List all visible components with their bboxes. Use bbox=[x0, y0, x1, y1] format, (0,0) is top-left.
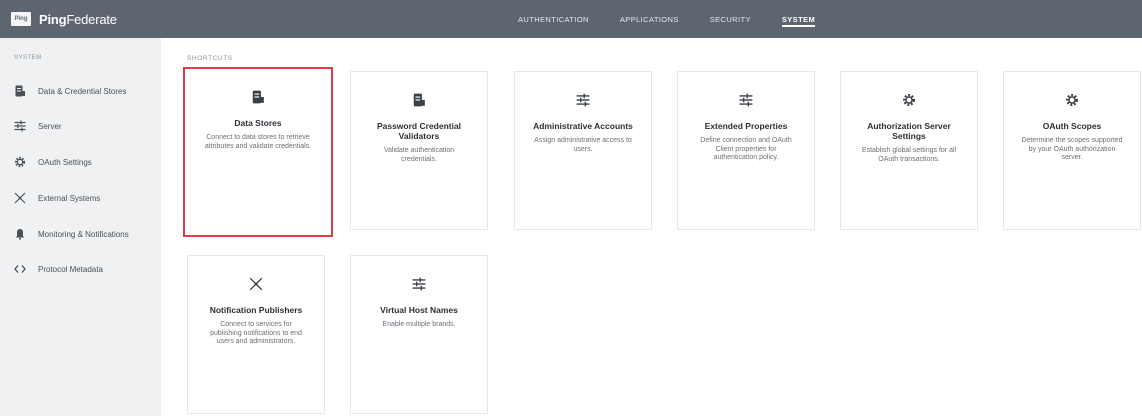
card-description: Determine the scopes supported by your O… bbox=[1021, 137, 1123, 162]
network-icon bbox=[14, 192, 26, 204]
sidebar-item-label: Server bbox=[38, 121, 62, 131]
nav-authentication[interactable]: AUTHENTICATION bbox=[518, 15, 589, 24]
database-icon bbox=[351, 91, 487, 109]
gear-icon bbox=[1004, 91, 1140, 109]
card-title: Password Credential Validators bbox=[376, 121, 462, 141]
nav-applications[interactable]: APPLICATIONS bbox=[620, 15, 679, 24]
sliders-icon bbox=[515, 91, 651, 109]
sidebar-item-monitoring-notifications[interactable]: Monitoring & Notifications bbox=[14, 225, 129, 243]
gear-icon bbox=[841, 91, 977, 109]
bell-icon bbox=[14, 228, 26, 240]
card-title: Extended Properties bbox=[704, 121, 788, 131]
brand-name: PingFederate bbox=[39, 12, 117, 27]
shortcut-card-virtual-host-names[interactable]: Virtual Host Names Enable multiple brand… bbox=[350, 255, 488, 414]
card-description: Enable multiple brands. bbox=[382, 321, 456, 328]
card-title: OAuth Scopes bbox=[1042, 121, 1102, 131]
brand-name-light: Federate bbox=[66, 11, 117, 27]
sliders-icon bbox=[351, 275, 487, 293]
sidebar-item-data-credential-stores[interactable]: Data & Credential Stores bbox=[14, 82, 127, 100]
brand[interactable]: Ping PingFederate bbox=[11, 12, 117, 27]
card-description: Validate authentication credentials. bbox=[383, 147, 455, 163]
sliders-icon bbox=[678, 91, 814, 109]
shortcut-card-authorization-server-settings[interactable]: Authorization Server Settings Establish … bbox=[840, 71, 978, 230]
database-icon bbox=[14, 85, 26, 97]
shortcut-card-oauth-scopes[interactable]: OAuth Scopes Determine the scopes suppor… bbox=[1003, 71, 1141, 230]
shortcut-card-administrative-accounts[interactable]: Administrative Accounts Assign administr… bbox=[514, 71, 652, 230]
card-title: Virtual Host Names bbox=[380, 305, 458, 315]
card-title: Administrative Accounts bbox=[533, 121, 633, 131]
top-nav: AUTHENTICATION APPLICATIONS SECURITY SYS… bbox=[518, 0, 846, 38]
sidebar-item-label: OAuth Settings bbox=[38, 157, 92, 167]
sidebar-item-label: Protocol Metadata bbox=[38, 264, 103, 274]
card-description: Establish global settings for all OAuth … bbox=[861, 147, 957, 163]
shortcut-card-extended-properties[interactable]: Extended Properties Define connection an… bbox=[677, 71, 815, 230]
card-title: Data Stores bbox=[234, 118, 282, 128]
gear-icon bbox=[14, 156, 26, 168]
card-description: Assign administrative access to users. bbox=[534, 137, 632, 153]
card-title: Authorization Server Settings bbox=[867, 121, 951, 141]
sidebar-item-external-systems[interactable]: External Systems bbox=[14, 189, 100, 207]
code-icon bbox=[14, 263, 26, 275]
card-title: Notification Publishers bbox=[209, 305, 303, 315]
shortcut-card-password-credential-validators[interactable]: Password Credential Validators Validate … bbox=[350, 71, 488, 230]
sidebar: SYSTEM Data & Credential Stores Server O… bbox=[0, 38, 161, 416]
shortcuts-label: SHORTCUTS bbox=[187, 55, 233, 62]
brand-name-bold: Ping bbox=[39, 11, 67, 27]
top-nav-bar: Ping PingFederate AUTHENTICATION APPLICA… bbox=[0, 0, 1142, 38]
sidebar-header: SYSTEM bbox=[14, 55, 42, 61]
shortcut-card-data-stores[interactable]: Data Stores Connect to data stores to re… bbox=[183, 67, 333, 237]
shortcut-card-notification-publishers[interactable]: Notification Publishers Connect to servi… bbox=[187, 255, 325, 414]
sidebar-item-oauth-settings[interactable]: OAuth Settings bbox=[14, 153, 92, 171]
sidebar-item-protocol-metadata[interactable]: Protocol Metadata bbox=[14, 260, 103, 278]
sidebar-item-label: External Systems bbox=[38, 193, 101, 203]
sliders-icon bbox=[14, 120, 26, 132]
sidebar-item-label: Monitoring & Notifications bbox=[38, 229, 129, 239]
network-icon bbox=[188, 275, 324, 293]
brand-logo: Ping bbox=[11, 12, 31, 26]
sidebar-item-label: Data & Credential Stores bbox=[38, 86, 127, 96]
card-description: Define connection and OAuth Client prope… bbox=[700, 137, 792, 162]
sidebar-item-server[interactable]: Server bbox=[14, 117, 62, 135]
database-icon bbox=[185, 88, 331, 106]
card-description: Connect to services for publishing notif… bbox=[210, 321, 302, 346]
card-description: Connect to data stores to retrieve attri… bbox=[204, 134, 312, 150]
nav-system[interactable]: SYSTEM bbox=[781, 15, 816, 27]
nav-security[interactable]: SECURITY bbox=[710, 15, 751, 24]
